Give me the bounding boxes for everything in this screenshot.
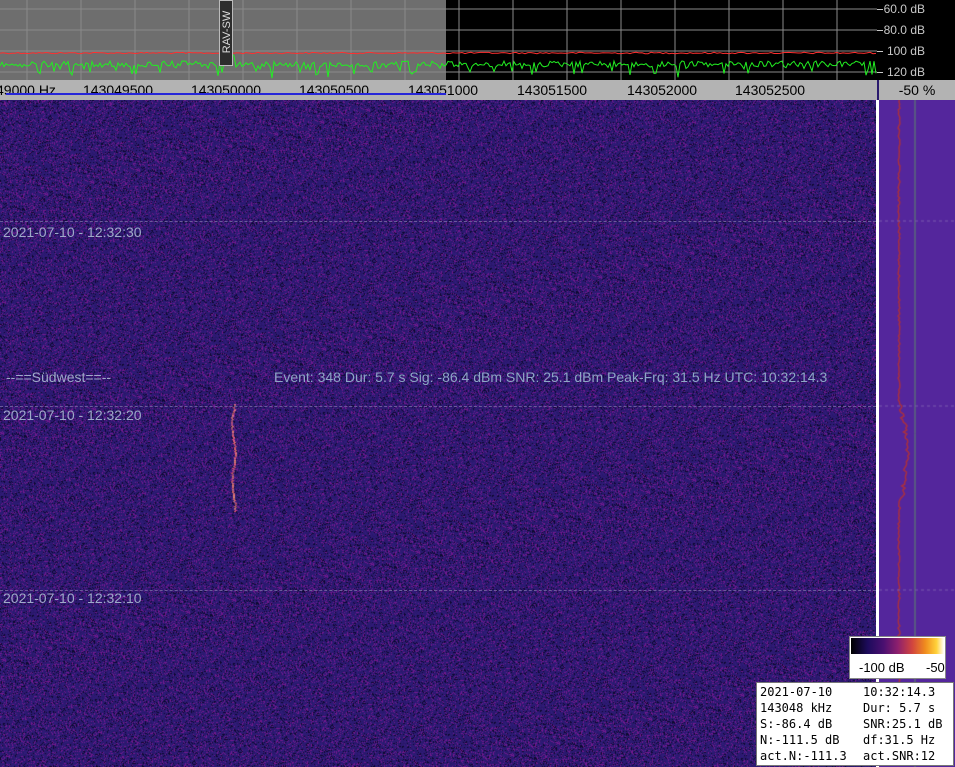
spectrum-plot: [0, 0, 877, 80]
db-scale: 60.0 dB 80.0 dB 100 dB 120 dB: [877, 0, 955, 80]
station-marker[interactable]: RAV-SW: [219, 0, 233, 66]
freq-label: 49000 Hz: [0, 82, 56, 98]
freq-label: 143050000: [191, 82, 262, 98]
event-info-box: 2021-07-10 10:32:14.3 143048 kHz Dur: 5.…: [756, 682, 954, 766]
time-label: 2021-07-10 - 12:32:30: [3, 224, 142, 240]
station-marker-label: RAV-SW: [221, 10, 233, 54]
frequency-axis[interactable]: 49000 Hz 143049500 143050000 143050500 1…: [0, 80, 877, 100]
info-time: 10:32:14.3: [863, 685, 936, 699]
info-date: 2021-07-10: [760, 685, 833, 699]
info-snr: SNR:25.1 dB: [863, 717, 943, 731]
colorbar-legend: -100 dB -50: [849, 636, 946, 679]
spectrum-trace: [0, 53, 877, 79]
info-act-noise: act.N:-111.3: [760, 749, 847, 763]
waterfall-canvas: [0, 100, 876, 767]
info-duration: Dur: 5.7 s: [863, 701, 936, 715]
db-label: 80.0 dB: [883, 23, 925, 37]
waterfall-display[interactable]: 2021-07-10 - 12:32:30 2021-07-10 - 12:32…: [0, 100, 876, 767]
colorbar-min-label: -100 dB: [859, 660, 905, 675]
info-row: 143048 kHz Dur: 5.7 s: [760, 701, 935, 715]
passband-indicator[interactable]: [6, 93, 446, 95]
info-act-snr: act.SNR:12: [863, 749, 936, 763]
event-summary: Event: 348 Dur: 5.7 s Sig: -86.4 dBm SNR…: [274, 369, 828, 385]
average-trace: [0, 51, 877, 55]
station-name: --==Südwest==--: [6, 369, 112, 385]
info-df: df:31.5 Hz: [863, 733, 936, 747]
info-noise: N:-111.5 dB: [760, 733, 840, 747]
info-row: S:-86.4 dB SNR:25.1 dB: [760, 717, 942, 731]
freq-label: 143051000: [408, 82, 479, 98]
info-row: 2021-07-10 10:32:14.3: [760, 685, 935, 699]
colorbar-max-label: -50: [926, 660, 945, 675]
freq-label: 143050500: [299, 82, 370, 98]
info-row: N:-111.5 dB df:31.5 Hz: [760, 733, 935, 747]
freq-label: 143051500: [517, 82, 588, 98]
time-gridline: [0, 221, 876, 222]
time-label: 2021-07-10 - 12:32:10: [3, 590, 142, 606]
db-label: 100 dB: [886, 44, 925, 58]
info-signal: S:-86.4 dB: [760, 717, 833, 731]
freq-label: 143049500: [83, 82, 154, 98]
db-label: 60.0 dB: [883, 2, 925, 16]
freq-label: 143052000: [627, 82, 698, 98]
level-percent: -50 %: [879, 80, 955, 100]
time-label: 2021-07-10 - 12:32:20: [3, 407, 142, 423]
info-row: act.N:-111.3 act.SNR:12: [760, 749, 935, 763]
spectrum-display[interactable]: RAV-SW: [0, 0, 877, 80]
colorbar-gradient: [851, 638, 944, 654]
db-label: 120 dB: [886, 65, 925, 79]
info-frequency: 143048 kHz: [760, 701, 833, 715]
freq-label: 143052500: [735, 82, 806, 98]
